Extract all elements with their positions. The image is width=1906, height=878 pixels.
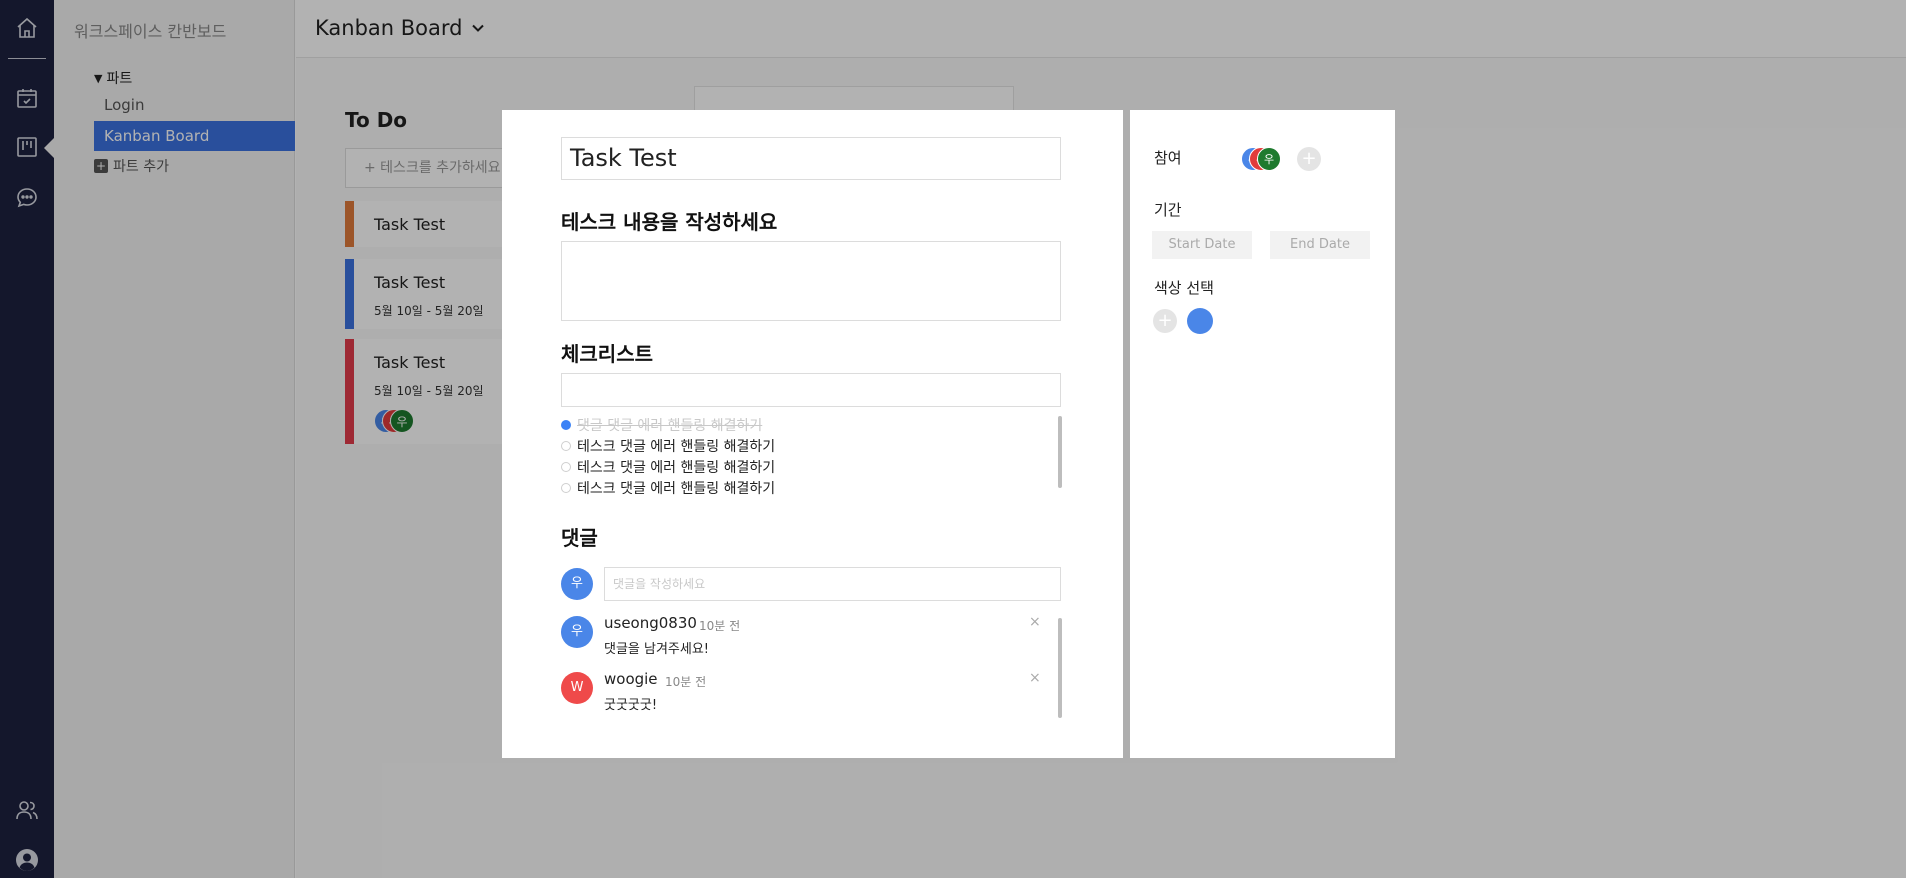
comment-item: 우 useong0830 10분 전 댓글을 남겨주세요! × — [561, 614, 1051, 660]
add-participant-button[interactable]: + — [1297, 147, 1321, 171]
checklist-item[interactable]: 테스크 댓글 에러 핸들링 해결하기 — [561, 457, 775, 477]
task-settings-panel: 참여 우 우 우 + 기간 Start Date End Date 색상 선택 … — [1130, 110, 1395, 758]
avatar: 우 — [561, 616, 593, 648]
close-icon[interactable]: × — [1029, 670, 1041, 686]
checkbox-icon[interactable] — [561, 420, 571, 430]
description-heading: 테스크 내용을 작성하세요 — [561, 210, 778, 234]
checkbox-icon[interactable] — [561, 483, 571, 493]
checklist-item[interactable]: 댓글 댓글 에러 핸들링 해결하기 — [561, 415, 762, 435]
description-textarea[interactable] — [561, 241, 1061, 321]
add-color-button[interactable]: + — [1153, 309, 1177, 333]
comment-time: 10분 전 — [699, 619, 741, 633]
checklist-item[interactable]: 테스크 댓글 에러 핸들링 해결하기 — [561, 478, 775, 498]
comment-author: useong0830 — [604, 614, 697, 632]
checklist-item-text: 테스크 댓글 에러 핸들링 해결하기 — [577, 481, 776, 497]
task-detail-modal: Task Test 테스크 내용을 작성하세요 체크리스트 댓글 댓글 에러 핸… — [502, 110, 1123, 758]
checklist-item-text: 댓글 댓글 에러 핸들링 해결하기 — [577, 418, 763, 434]
comment-time: 10분 전 — [665, 675, 707, 689]
comment-input[interactable]: 댓글을 작성하세요 — [604, 567, 1061, 601]
task-title-input[interactable]: Task Test — [561, 137, 1061, 180]
close-icon[interactable]: × — [1029, 614, 1041, 630]
checklist-input[interactable] — [561, 373, 1061, 407]
participant-avatar[interactable]: 우 — [1257, 147, 1281, 171]
end-date-button[interactable]: End Date — [1270, 231, 1370, 259]
checkbox-icon[interactable] — [561, 441, 571, 451]
current-user-avatar: 우 — [561, 568, 593, 600]
color-swatch[interactable] — [1187, 308, 1213, 334]
checkbox-icon[interactable] — [561, 462, 571, 472]
comment-author: woogie — [604, 670, 658, 688]
avatar: W — [561, 672, 593, 704]
checklist-item-text: 테스크 댓글 에러 핸들링 해결하기 — [577, 439, 776, 455]
color-select-label: 색상 선택 — [1154, 279, 1214, 297]
comment-item: W woogie 10분 전 굿굿굿굿! × — [561, 670, 1051, 716]
period-label: 기간 — [1154, 201, 1182, 219]
checklist-heading: 체크리스트 — [561, 342, 653, 366]
checklist-scrollbar[interactable] — [1058, 416, 1062, 488]
comment-text: 굿굿굿굿! — [604, 698, 658, 713]
checklist-item-text: 테스크 댓글 에러 핸들링 해결하기 — [577, 460, 776, 476]
comment-text: 댓글을 남겨주세요! — [604, 642, 710, 657]
checklist-item[interactable]: 테스크 댓글 에러 핸들링 해결하기 — [561, 436, 775, 456]
participants-label: 참여 — [1154, 149, 1182, 167]
comments-heading: 댓글 — [561, 526, 598, 550]
comments-scrollbar[interactable] — [1058, 618, 1062, 718]
checklist: 댓글 댓글 에러 핸들링 해결하기 테스크 댓글 에러 핸들링 해결하기 테스크… — [561, 416, 1061, 502]
start-date-button[interactable]: Start Date — [1152, 231, 1252, 259]
